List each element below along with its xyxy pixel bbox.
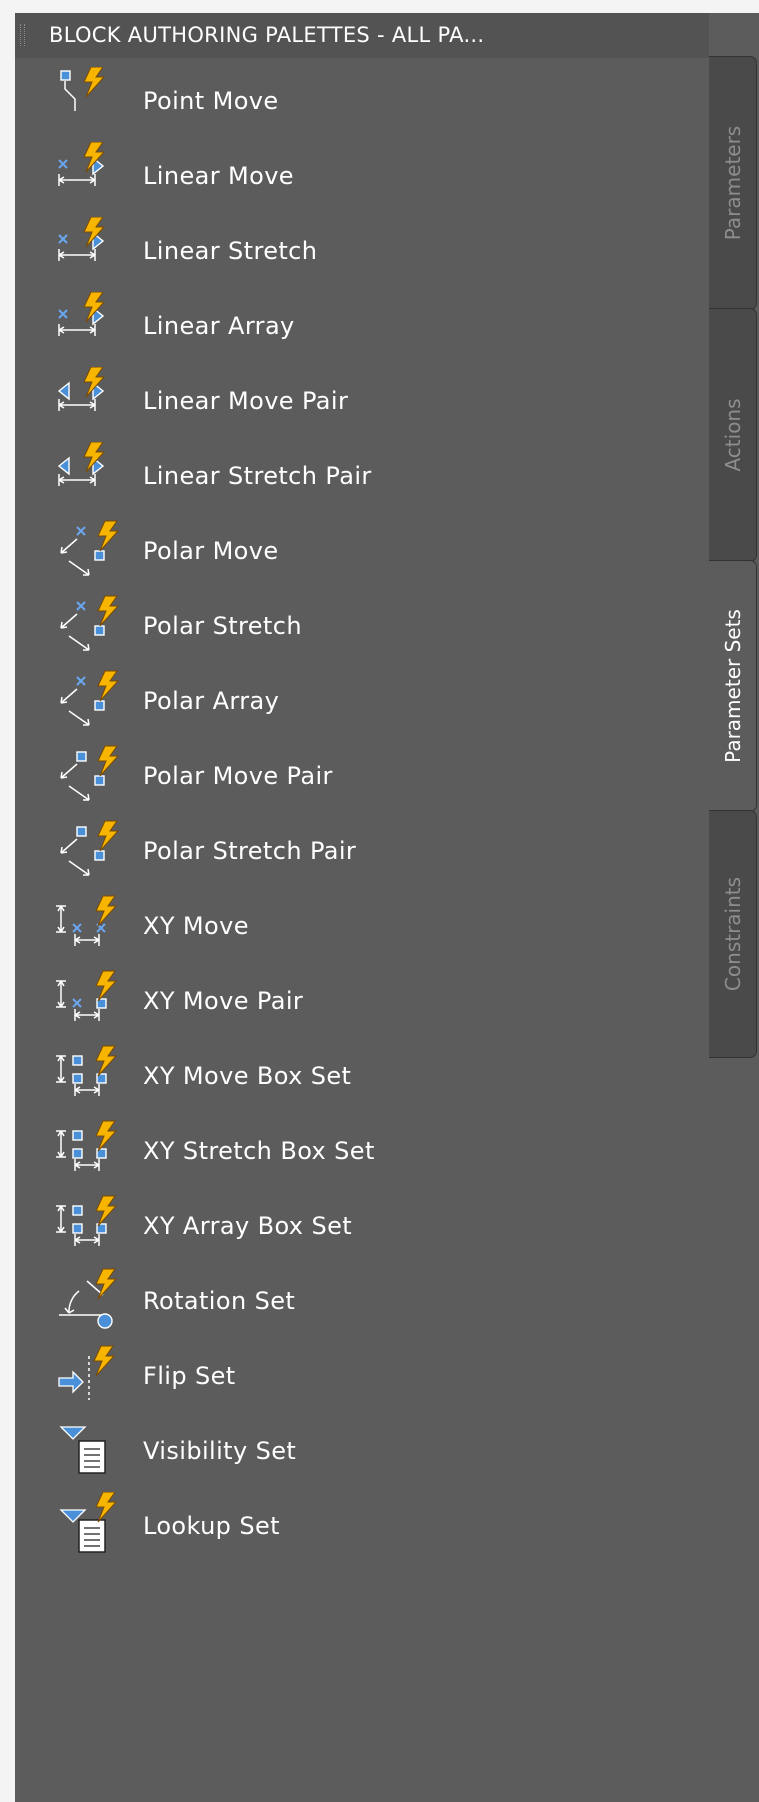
xy-move-icon-graphic [56, 895, 118, 946]
linear-move-icon [55, 142, 125, 210]
polar-stretch-icon-graphic [60, 595, 120, 651]
polar-stretch-pair-icon-graphic [60, 820, 120, 876]
tool-xy-stretch-box-set[interactable]: XY Stretch Box Set [15, 1108, 705, 1194]
linear-array-icon-graphic [58, 292, 106, 336]
xy-stretch-box-set-icon-graphic [56, 1120, 118, 1171]
tool-label: Linear Move [143, 162, 294, 190]
tool-label: Linear Stretch [143, 237, 318, 265]
tool-xy-array-box-set[interactable]: XY Array Box Set [15, 1183, 705, 1269]
polar-stretch-pair-icon [55, 817, 125, 885]
tool-polar-array[interactable]: Polar Array [15, 658, 705, 744]
linear-array-icon [55, 292, 125, 360]
point-move-icon-graphic [60, 67, 106, 111]
linear-move-pair-icon [55, 367, 125, 435]
tool-point-move[interactable]: Point Move [15, 58, 705, 144]
xy-move-icon [55, 892, 125, 960]
tool-label: Visibility Set [143, 1437, 297, 1465]
polar-move-pair-icon-graphic [60, 745, 120, 801]
tool-label: Linear Array [143, 312, 295, 340]
linear-stretch-pair-icon-graphic [57, 442, 106, 486]
tool-label: XY Move [143, 912, 249, 940]
tab-label: Parameter Sets [720, 609, 745, 763]
xy-move-box-set-icon [55, 1042, 125, 1110]
tool-polar-move-pair[interactable]: Polar Move Pair [15, 733, 705, 819]
drag-grip-icon[interactable] [20, 24, 25, 46]
polar-move-icon-graphic [60, 520, 120, 576]
tool-label: XY Array Box Set [143, 1212, 353, 1240]
tool-lookup-set[interactable]: Lookup Set [15, 1483, 705, 1569]
linear-move-icon-graphic [58, 142, 106, 186]
rotation-set-icon [55, 1267, 125, 1335]
tool-xy-move-pair[interactable]: XY Move Pair [15, 958, 705, 1044]
tool-label: Polar Stretch Pair [143, 837, 357, 865]
tool-label: XY Stretch Box Set [143, 1137, 375, 1165]
flip-set-icon-graphic [58, 1345, 116, 1400]
point-move-icon [55, 67, 125, 135]
linear-stretch-pair-icon [55, 442, 125, 510]
tool-label: Polar Array [143, 687, 280, 715]
linear-move-pair-icon-graphic [57, 367, 106, 411]
polar-array-icon [55, 667, 125, 735]
tool-label: XY Move Box Set [143, 1062, 352, 1090]
tool-linear-stretch-pair[interactable]: Linear Stretch Pair [15, 433, 705, 519]
linear-stretch-icon-graphic [58, 217, 106, 261]
xy-array-box-set-icon-graphic [56, 1195, 118, 1246]
xy-move-box-set-icon-graphic [56, 1045, 118, 1096]
tool-linear-array[interactable]: Linear Array [15, 283, 705, 369]
visibility-set-icon-graphic [59, 1426, 106, 1474]
tab-parameter-sets[interactable]: Parameter Sets [709, 560, 757, 812]
tool-label: Linear Move Pair [143, 387, 349, 415]
tool-label: Lookup Set [143, 1512, 280, 1540]
polar-array-icon-graphic [60, 670, 120, 726]
tool-xy-move[interactable]: XY Move [15, 883, 705, 969]
rotation-set-icon-graphic [59, 1268, 118, 1329]
tool-xy-move-box-set[interactable]: XY Move Box Set [15, 1033, 705, 1119]
palette-tab-strip: Parameters Actions Parameter Sets Constr… [709, 56, 759, 1058]
tool-label: XY Move Pair [143, 987, 304, 1015]
tab-label: Parameters [720, 125, 745, 241]
tool-polar-move[interactable]: Polar Move [15, 508, 705, 594]
tool-rotation-set[interactable]: Rotation Set [15, 1258, 705, 1344]
tool-label: Linear Stretch Pair [143, 462, 372, 490]
tool-linear-stretch[interactable]: Linear Stretch [15, 208, 705, 294]
xy-stretch-box-set-icon [55, 1117, 125, 1185]
tool-label: Rotation Set [143, 1287, 296, 1315]
visibility-set-icon [55, 1417, 125, 1485]
tool-linear-move[interactable]: Linear Move [15, 133, 705, 219]
lookup-set-icon [55, 1492, 125, 1560]
tool-linear-move-pair[interactable]: Linear Move Pair [15, 358, 705, 444]
xy-array-box-set-icon [55, 1192, 125, 1260]
tab-parameters[interactable]: Parameters [709, 56, 757, 310]
tool-label: Point Move [143, 87, 279, 115]
xy-move-pair-icon [55, 967, 125, 1035]
tool-label: Polar Move [143, 537, 279, 565]
tab-constraints[interactable]: Constraints [709, 810, 757, 1058]
tool-palette: BLOCK AUTHORING PALETTES - ALL PA... Poi… [0, 0, 759, 1802]
tab-label: Actions [720, 398, 745, 472]
tool-polar-stretch-pair[interactable]: Polar Stretch Pair [15, 808, 705, 894]
tool-flip-set[interactable]: Flip Set [15, 1333, 705, 1419]
palette-title-bar[interactable]: BLOCK AUTHORING PALETTES - ALL PA... [15, 13, 709, 59]
polar-move-icon [55, 517, 125, 585]
tool-visibility-set[interactable]: Visibility Set [15, 1408, 705, 1494]
tab-actions[interactable]: Actions [709, 308, 757, 562]
palette-title: BLOCK AUTHORING PALETTES - ALL PA... [49, 23, 485, 47]
lookup-set-icon-graphic [59, 1492, 118, 1553]
tool-label: Polar Move Pair [143, 762, 333, 790]
linear-stretch-icon [55, 217, 125, 285]
tool-label: Polar Stretch [143, 612, 302, 640]
palette-content: Point Move Linear Move Linear Stretch Li… [15, 58, 709, 1802]
polar-move-pair-icon [55, 742, 125, 810]
tool-label: Flip Set [143, 1362, 236, 1390]
polar-stretch-icon [55, 592, 125, 660]
tool-polar-stretch[interactable]: Polar Stretch [15, 583, 705, 669]
flip-set-icon [55, 1342, 125, 1410]
tab-label: Constraints [720, 876, 745, 992]
xy-move-pair-icon-graphic [56, 970, 118, 1021]
